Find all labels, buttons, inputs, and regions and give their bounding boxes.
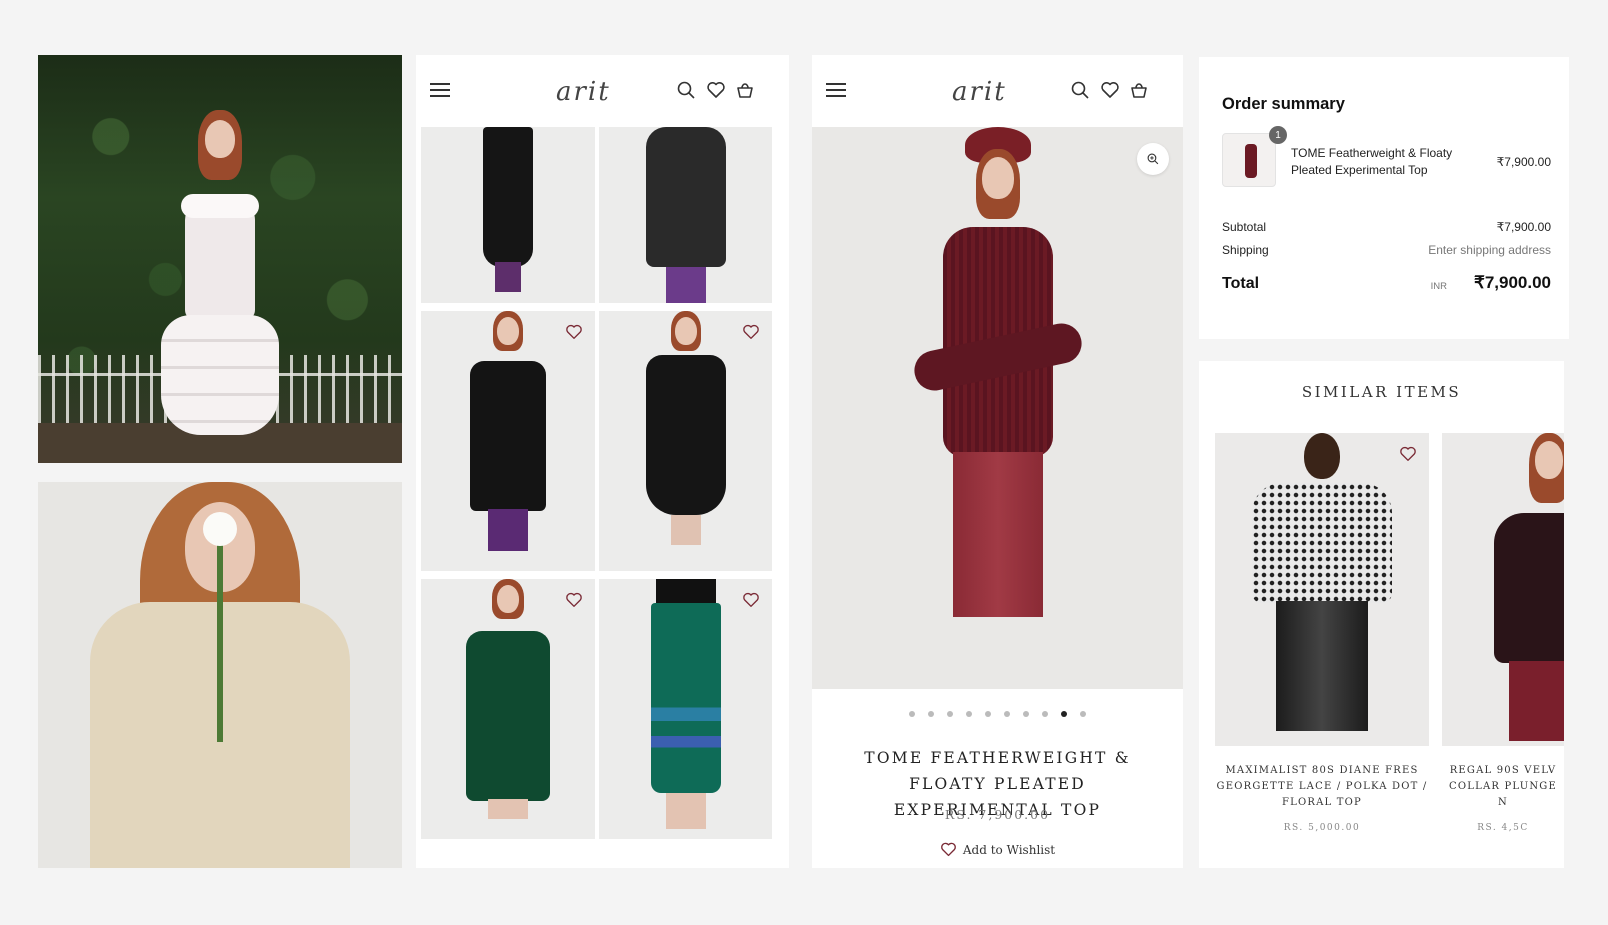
mobile-frame-product-grid: arit xyxy=(416,55,789,868)
hamburger-menu-icon[interactable] xyxy=(430,83,450,97)
product-card[interactable] xyxy=(599,311,772,571)
basket-icon[interactable] xyxy=(1129,80,1149,100)
order-summary-title: Order summary xyxy=(1222,95,1345,113)
gallery-pagination-dots xyxy=(812,711,1183,717)
similar-items-title: SIMILAR ITEMS xyxy=(1301,383,1462,401)
product-main-image[interactable] xyxy=(812,127,1183,689)
similar-item-name[interactable]: MAXIMALIST 80S DIANE FRES GEORGETTE LACE… xyxy=(1215,763,1429,811)
wishlist-heart-icon[interactable] xyxy=(565,591,583,609)
similar-items-panel: SIMILAR ITEMS MAXIMALIST 80S DIANE FRES … xyxy=(1199,361,1564,868)
shipping-row: Shipping Enter shipping address xyxy=(1222,243,1551,257)
product-card[interactable] xyxy=(599,127,772,303)
product-card[interactable] xyxy=(421,127,595,303)
subtotal-label: Subtotal xyxy=(1222,220,1267,234)
total-value: ₹7,900.00 xyxy=(1474,273,1551,292)
gallery-dot[interactable] xyxy=(1061,711,1067,717)
wishlist-heart-icon[interactable] xyxy=(742,323,760,341)
product-card[interactable] xyxy=(421,311,595,571)
brand-logo[interactable]: arit xyxy=(556,77,611,107)
gallery-dot[interactable] xyxy=(966,711,972,717)
gallery-dot[interactable] xyxy=(1080,711,1086,717)
model-figure xyxy=(160,110,280,460)
add-to-wishlist-button[interactable]: Add to Wishlist xyxy=(812,841,1183,858)
wishlist-heart-icon[interactable] xyxy=(706,80,726,100)
model-figure xyxy=(812,127,1085,627)
wishlist-label: Add to Wishlist xyxy=(962,842,1056,857)
editorial-photo-rose xyxy=(38,482,402,868)
gallery-dot[interactable] xyxy=(1042,711,1048,717)
mobile-header: arit xyxy=(812,55,1183,127)
model-figure xyxy=(70,482,370,868)
wishlist-heart-icon[interactable] xyxy=(565,323,583,341)
shipping-label: Shipping xyxy=(1222,243,1269,257)
hamburger-menu-icon[interactable] xyxy=(826,83,846,97)
gallery-dot[interactable] xyxy=(909,711,915,717)
order-item-name: TOME Featherweight & Floaty Pleated Expe… xyxy=(1291,146,1453,177)
gallery-dot[interactable] xyxy=(947,711,953,717)
shipping-value: Enter shipping address xyxy=(1428,243,1551,257)
order-summary-panel: Order summary 1 TOME Featherweight & Flo… xyxy=(1199,57,1569,339)
gallery-dot[interactable] xyxy=(1023,711,1029,717)
editorial-photo-white-dress xyxy=(38,55,402,463)
mobile-frame-product-detail: arit TOME FEATHERWEIGHT & FLOATY PLEATED… xyxy=(812,55,1183,868)
brand-logo[interactable]: arit xyxy=(952,77,1007,107)
gallery-dot[interactable] xyxy=(928,711,934,717)
similar-item-image[interactable] xyxy=(1442,433,1564,746)
quantity-badge: 1 xyxy=(1269,126,1287,144)
gallery-dot[interactable] xyxy=(1004,711,1010,717)
total-label: Total xyxy=(1222,275,1260,292)
subtotal-value: ₹7,900.00 xyxy=(1496,220,1551,234)
similar-item-name[interactable]: REGAL 90S VELV COLLAR PLUNGE N xyxy=(1442,763,1564,811)
search-icon[interactable] xyxy=(676,80,696,100)
total-currency: INR xyxy=(1430,281,1447,292)
subtotal-row: Subtotal ₹7,900.00 xyxy=(1222,220,1551,234)
wishlist-heart-icon[interactable] xyxy=(1100,80,1120,100)
product-card[interactable] xyxy=(599,579,772,839)
similar-item-price: RS. 4,5C xyxy=(1477,823,1529,833)
search-icon[interactable] xyxy=(1070,80,1090,100)
wishlist-heart-icon[interactable] xyxy=(1399,445,1417,463)
product-card[interactable] xyxy=(421,579,595,839)
wishlist-heart-icon[interactable] xyxy=(742,591,760,609)
order-item-price: ₹7,900.00 xyxy=(1496,155,1551,169)
order-item-thumbnail xyxy=(1222,133,1276,187)
basket-icon[interactable] xyxy=(735,80,755,100)
product-price: RS. 7,900.00 xyxy=(944,807,1051,822)
similar-item-price: RS. 5,000.00 xyxy=(1283,823,1361,833)
similar-item-image[interactable] xyxy=(1215,433,1429,746)
zoom-in-icon xyxy=(1147,153,1159,165)
gallery-dot[interactable] xyxy=(985,711,991,717)
zoom-button[interactable] xyxy=(1137,143,1169,175)
heart-icon xyxy=(940,842,956,857)
mobile-header: arit xyxy=(416,55,789,127)
